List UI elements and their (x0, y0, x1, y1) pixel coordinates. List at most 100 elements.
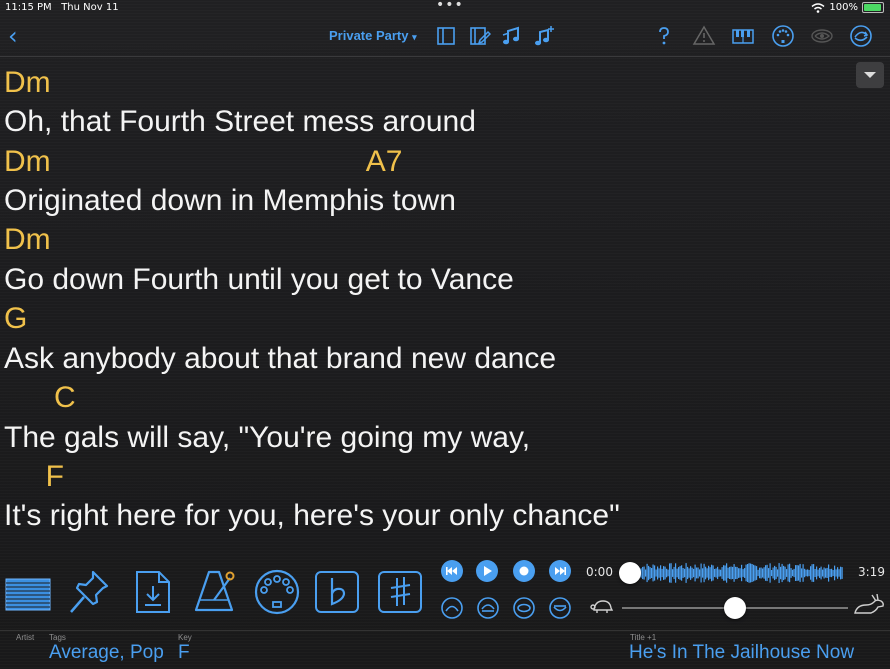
audio-waveform-scrubber[interactable] (628, 562, 848, 584)
play-icon[interactable] (476, 560, 498, 582)
speed-slider-knob[interactable] (724, 597, 746, 619)
waveform-bar (814, 569, 816, 577)
waveform-bar (660, 565, 662, 581)
wifi-icon (811, 2, 825, 13)
section-loop-start-icon[interactable] (441, 597, 463, 619)
waveform-bar (663, 566, 665, 580)
waveform-bar (670, 563, 672, 583)
link-sync-icon[interactable] (810, 24, 834, 48)
key-value[interactable]: F (178, 642, 190, 664)
add-note-icon[interactable] (532, 24, 556, 48)
midi-port-icon[interactable] (771, 24, 795, 48)
waveform-bar (682, 568, 684, 578)
import-document-icon[interactable] (128, 566, 178, 616)
multitasking-dots-icon[interactable]: ••• (436, 0, 464, 13)
chord-line: Dm A7 (4, 145, 403, 178)
chord-line: C (4, 381, 76, 414)
waveform-bar (799, 563, 801, 583)
waveform-bar (805, 569, 807, 577)
waveform-bar (772, 567, 774, 579)
lyric-line: Go down Fourth until you get to Vance (4, 263, 514, 296)
next-song-title[interactable]: He's In The Jailhouse Now (629, 642, 854, 664)
piano-keyboard-icon[interactable] (731, 24, 755, 48)
waveform-bar (678, 567, 680, 579)
music-notes-icon[interactable] (500, 24, 524, 48)
waveform-bar (708, 565, 710, 581)
tags-value[interactable]: Average, Pop (49, 642, 164, 664)
waveform-bar (801, 568, 803, 578)
waveform-bar (759, 567, 761, 579)
warning-icon[interactable] (692, 24, 716, 48)
waveform-bar (712, 565, 714, 581)
display-options-dropdown-button[interactable] (856, 62, 884, 88)
waveform-bar (753, 564, 755, 582)
section-loop-icon[interactable] (477, 597, 499, 619)
edit-song-icon[interactable] (467, 24, 491, 48)
waveform-bar (763, 567, 765, 579)
waveform-bar (654, 565, 656, 581)
waveform-bar (795, 565, 797, 581)
waveform-bar (751, 564, 753, 582)
chord-line: Dm (4, 66, 51, 99)
waveform-bar (792, 569, 794, 577)
lyric-line: Oh, that Fourth Street mess around (4, 105, 476, 138)
waveform-bar (645, 569, 647, 577)
lyric-line: The gals will say, "You're going my way, (4, 421, 531, 454)
waveform-bar (697, 567, 699, 579)
waveform-bar (702, 568, 704, 578)
waveform-bar (658, 568, 660, 578)
set-selector-button[interactable]: Private Party ▾ (329, 28, 417, 43)
status-date: Thu Nov 11 (61, 2, 119, 13)
waveform-bar (742, 569, 744, 577)
section-repeat-icon[interactable] (513, 597, 535, 619)
waveform-bar (774, 565, 776, 581)
waveform-bar (766, 564, 768, 582)
waveform-bar (696, 567, 698, 579)
waveform-bar (667, 569, 669, 577)
waveform-bar (796, 565, 798, 581)
waveform-bar (648, 565, 650, 581)
waveform-bar (730, 566, 732, 580)
waveform-bar (748, 563, 750, 583)
metronome-icon[interactable] (190, 566, 240, 616)
song-info-footer: Artist Tags Average, Pop Key F Title +1 … (0, 630, 890, 669)
waveform-bar (720, 569, 722, 577)
waveform-bar (771, 570, 773, 577)
layout-view-icon[interactable] (434, 24, 458, 48)
help-icon[interactable] (652, 24, 676, 48)
stop-icon[interactable] (513, 560, 535, 582)
song-list-icon[interactable] (3, 566, 53, 616)
artist-label: Artist (16, 633, 35, 642)
waveform-bar (777, 569, 779, 577)
waveform-bar (808, 569, 810, 577)
transpose-flat-icon[interactable] (313, 566, 363, 616)
rewind-icon[interactable] (441, 560, 463, 582)
waveform-bar (657, 566, 659, 580)
auto-scroll-icon[interactable] (849, 24, 873, 48)
waveform-bar (703, 563, 705, 583)
fast-forward-icon[interactable] (549, 560, 571, 582)
turtle-slow-icon[interactable] (590, 596, 614, 616)
waveform-bar (711, 564, 713, 582)
playback-position-knob[interactable] (619, 562, 641, 584)
waveform-bar (810, 566, 812, 580)
waveform-bar (652, 564, 654, 582)
chord-line: Dm (4, 223, 51, 256)
pushpin-icon[interactable] (65, 566, 115, 616)
section-loop-end-icon[interactable] (549, 597, 571, 619)
waveform-bar (826, 567, 828, 578)
waveform-bar (681, 565, 683, 581)
transpose-sharp-icon[interactable] (376, 566, 426, 616)
back-chevron-icon[interactable]: ‹ (8, 22, 18, 50)
waveform-bar (687, 566, 689, 580)
rabbit-fast-icon[interactable] (852, 594, 886, 616)
waveform-bar (732, 566, 734, 579)
waveform-bar (804, 568, 806, 578)
waveform-bar (733, 564, 735, 582)
midi-controller-icon[interactable] (252, 566, 302, 616)
waveform-bar (835, 569, 837, 577)
waveform-bar (756, 566, 758, 580)
waveform-bar (642, 566, 644, 580)
waveform-bar (669, 563, 671, 583)
waveform-bar (700, 563, 702, 583)
